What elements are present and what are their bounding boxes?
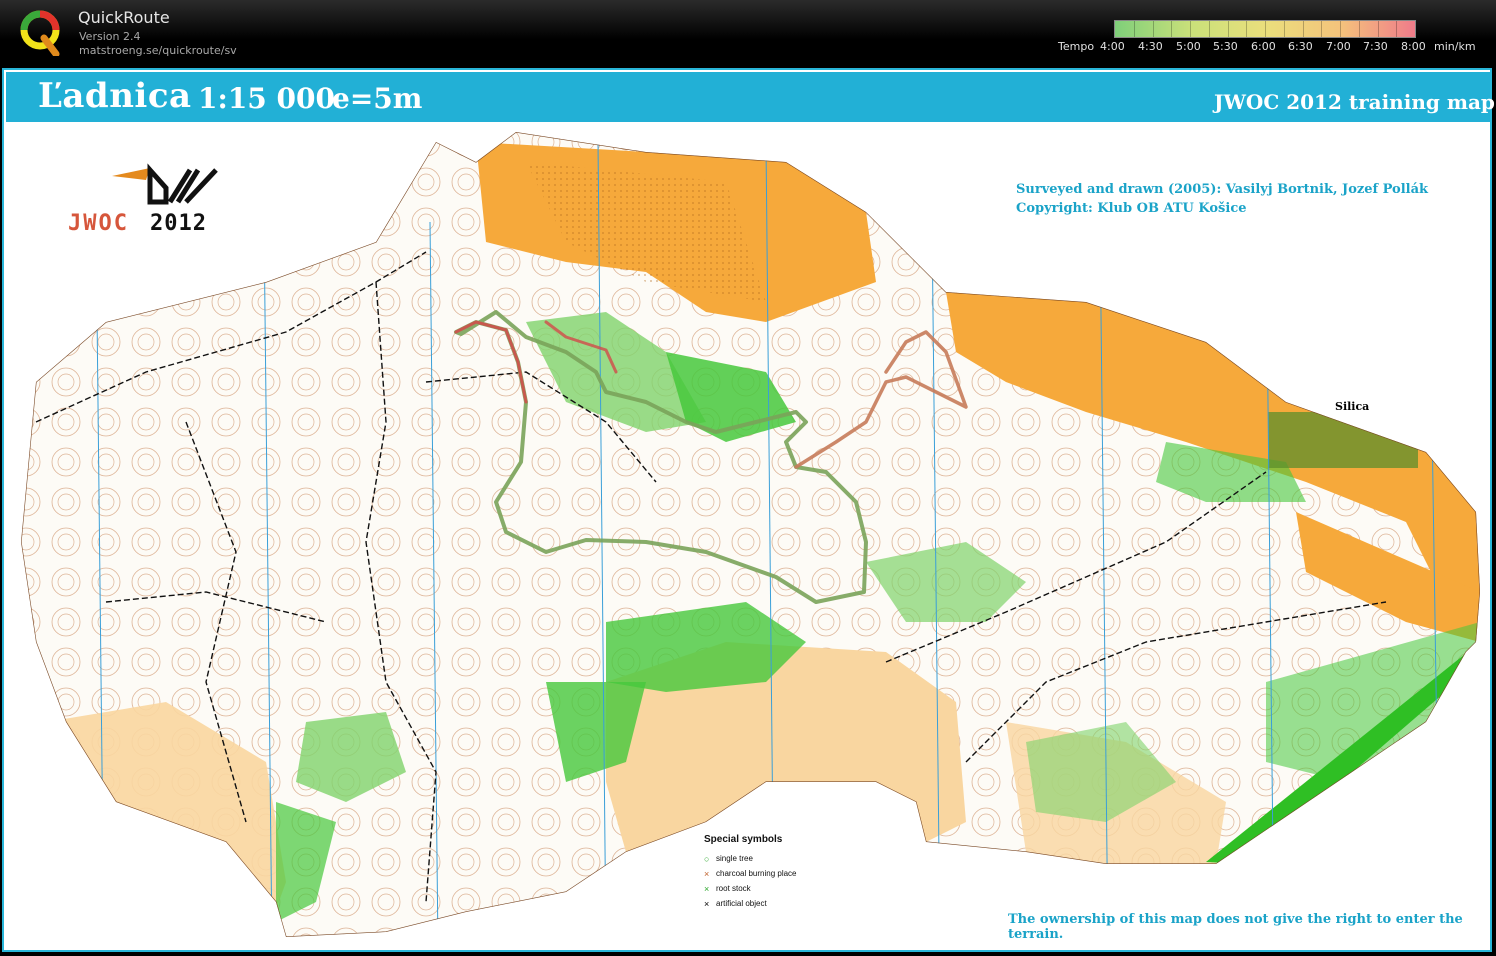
tempo-color-scale [1114, 20, 1416, 38]
tempo-segment-divider [1171, 21, 1173, 37]
tempo-tick: 7:30 [1363, 40, 1388, 53]
legend-item-label: artificial object [716, 899, 767, 908]
app-url[interactable]: matstroeng.se/quickroute/sv [79, 44, 237, 57]
tempo-segment-divider [1227, 21, 1229, 37]
legend-item-label: root stock [716, 884, 751, 893]
legend-item: ○ single tree [704, 851, 797, 866]
legend-title: Special symbols [704, 834, 783, 845]
tempo-segment-divider [1265, 21, 1266, 37]
tempo-label: Tempo [1058, 40, 1095, 53]
tempo-segment-divider [1321, 21, 1323, 37]
legend-item: × charcoal burning place [704, 866, 797, 881]
credits-surveyed: Surveyed and drawn (2005): Vasilyj Bortn… [1016, 182, 1429, 197]
map-contour-interval: e=5m [332, 82, 423, 115]
tempo-segment-divider [1246, 21, 1248, 37]
credits-copyright: Copyright: Klub OB ATU Košice [1016, 201, 1247, 216]
tempo-tick: 6:00 [1251, 40, 1276, 53]
map-title: Ľadnica [38, 76, 192, 116]
quickroute-logo-icon [20, 10, 60, 56]
legend-item: × root stock [704, 881, 797, 896]
tempo-segment-divider [1283, 21, 1285, 37]
tempo-unit: min/km [1434, 40, 1476, 53]
tempo-tick: 8:00 [1401, 40, 1426, 53]
app-header: QuickRoute Version 2.4 matstroeng.se/qui… [0, 0, 1496, 66]
app-title: QuickRoute [78, 8, 170, 27]
tempo-tick: 5:30 [1213, 40, 1238, 53]
app-version: Version 2.4 [79, 30, 141, 43]
tempo-segment-divider [1377, 21, 1379, 37]
tempo-segment-divider [1208, 21, 1210, 37]
map-subtitle: JWOC 2012 training map [1214, 90, 1495, 114]
tempo-segment-divider [1133, 21, 1135, 37]
jwoc-2012-logo-icon: JWOC 2012 [68, 163, 218, 236]
tempo-tick: 6:30 [1288, 40, 1313, 53]
tempo-tick: 5:00 [1176, 40, 1201, 53]
tempo-labels: Tempo 4:00 4:30 5:00 5:30 6:00 6:30 7:00… [1058, 40, 1488, 56]
tempo-segment-divider [1302, 21, 1304, 37]
tempo-segment-divider [1358, 21, 1360, 37]
tempo-tick: 4:30 [1138, 40, 1163, 53]
tempo-tick: 4:00 [1100, 40, 1125, 53]
tempo-segment-divider [1396, 21, 1398, 37]
special-symbols-legend: Special symbols ○ single tree × charcoal… [704, 834, 797, 911]
map-credits: Surveyed and drawn (2005): Vasilyj Bortn… [1016, 180, 1428, 218]
artificial-object-icon: × [704, 898, 710, 909]
tempo-segment-divider [1190, 21, 1191, 37]
tempo-segment-divider [1152, 21, 1154, 37]
tempo-segment-divider [1340, 21, 1341, 37]
legend-item-label: charcoal burning place [716, 869, 797, 878]
charcoal-place-icon: × [704, 868, 710, 879]
logo-text-jwoc: JWOC [68, 211, 129, 236]
legend-item-label: single tree [716, 854, 753, 863]
town-label: Silica [1335, 400, 1370, 413]
root-stock-icon: × [704, 883, 710, 894]
map-scale: 1:15 000 [198, 82, 335, 115]
logo-text-year: 2012 [150, 211, 207, 236]
map-disclaimer: The ownership of this map does not give … [1008, 912, 1463, 942]
orienteering-map[interactable] [6, 122, 1490, 948]
legend-item: × artificial object [704, 896, 797, 911]
tempo-tick: 7:00 [1326, 40, 1351, 53]
map-terrain [21, 132, 1480, 937]
single-tree-icon: ○ [704, 853, 710, 864]
